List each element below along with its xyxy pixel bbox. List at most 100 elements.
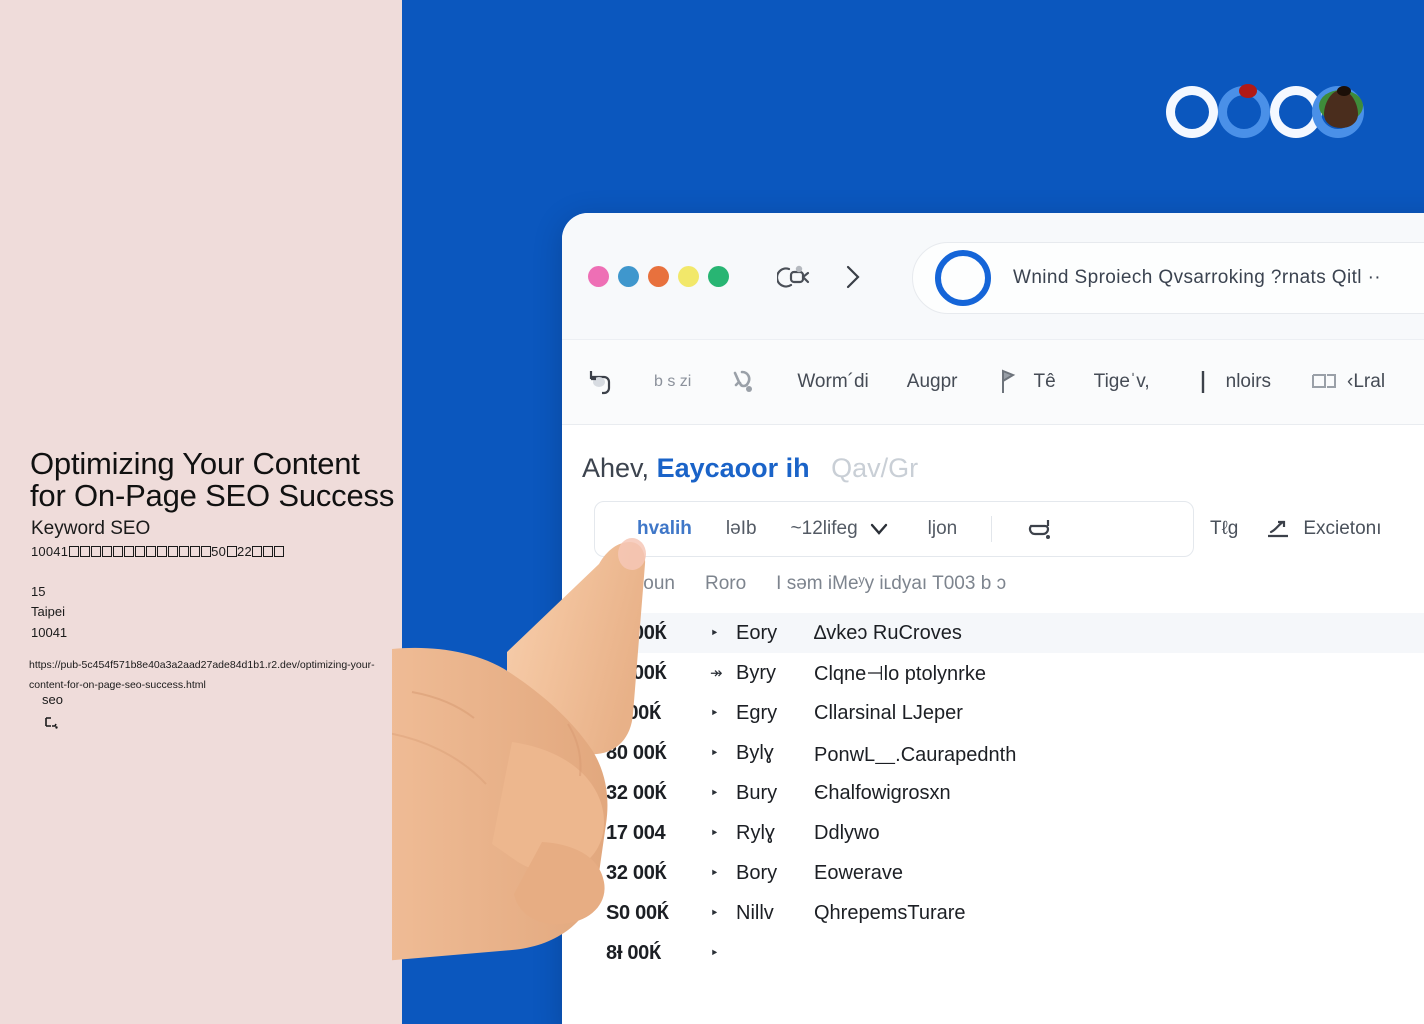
meta-city: Taipei [31,604,65,619]
cell-trend: ‣ [710,785,719,802]
table-row[interactable]: S0 00Ќ ‣ Nillᴠ QhrepemsTurare [584,893,1424,933]
table-row[interactable]: 8Ɨ 00Ќ ‣ [584,933,1424,973]
filter-bar-right-actions[interactable]: Tℓɡ Excietonı [1210,501,1381,557]
browser-chrome-bar: Wnind Sproiech Qvsarroking ?rnats Qitl ·… [562,213,1424,340]
traffic-light-green[interactable] [708,266,729,287]
cell-term: Clqne⊣lo ptolynrke [814,662,986,685]
traffic-lights-group[interactable] [588,266,729,287]
traffic-light-yellow[interactable] [678,266,699,287]
filter-tab-12lifeg[interactable]: ~12lifeg [791,514,894,544]
column-kd[interactable]: Roro [705,573,746,595]
table-row[interactable]: 13 00Ќ↠ByryClqne⊣lo ptolynrke [584,653,1424,693]
tofu-glyph [274,546,285,557]
filter-tab-cart[interactable] [1026,514,1056,544]
toolbar-item-te[interactable]: Tê [995,367,1056,397]
frame-icon [1312,374,1337,388]
cell-kd: Bory [736,861,778,884]
table-row[interactable]: 32 00Ќ ‣ Bory Eowerave [584,853,1424,893]
cell-term: Cllarsinal LJeper [814,701,963,724]
article-url[interactable]: https://pub-5c454f571b8e40a3a2aad27ade84… [29,655,379,695]
heading-segment-blue: Eaycaoor ih [656,453,810,483]
seo-tag-label: seo [42,692,63,707]
meta-postal-code: 10041 [31,625,68,640]
circle-outline-icon [935,250,991,306]
omnibox-value: Wnind Sproiech Qvsarroking ?rnats Qitl ·… [1013,267,1382,288]
toolbar-item-kural-label: ‹Lral [1347,371,1386,392]
toolbar-item-wormdi[interactable]: Worm´di [797,371,868,393]
filter-tab-lgib[interactable]: ləIb [726,518,757,540]
filter-tab-lion[interactable]: ljon [928,518,958,540]
filter-tab-lgib-label: ləIb [725,518,757,539]
toolbar-item-augpr[interactable]: Augpr [907,371,958,393]
chevron-down-icon [870,523,887,535]
traffic-light-orange[interactable] [648,266,669,287]
results-table[interactable]: 68 00Ќ‣Eory∆vkeɔ RuCroves13 00Ќ↠ByryClqn… [584,613,1424,973]
cell-trend: ‣ [710,865,719,882]
address-tofu-group-2 [226,544,237,559]
cell-term: PonwL⸏.Caurapednth [814,743,1017,766]
filter-separator [991,516,993,542]
tofu-glyph [145,546,156,557]
tofu-glyph [101,546,112,557]
toolbar-item-wormdi-label: Worm´di [797,371,869,392]
nav-icons-group[interactable] [775,263,863,296]
address-line: 10041 50 22 [31,544,285,559]
pointing-hand [372,512,652,1024]
filter-bar[interactable]: hvalih ləIb ~12lifeg ljon [594,501,1194,557]
filter-tab-lion-label: ljon [927,518,958,539]
meta-number: 15 [31,584,46,599]
keyword-label: Keyword SEO [31,518,151,539]
cell-trend: ↠ [710,665,723,682]
table-row[interactable]: 32 00Ќ ‣ Bury Єhalfowigrosxn [584,773,1424,813]
chevron-right-icon[interactable] [843,263,863,296]
toolbar-item-nloirs-label: nloirs [1225,371,1272,392]
export-icon [1268,520,1289,538]
toolbar-item-bszi-label: b s zi [654,373,692,390]
heading-segment-dark: Ahev, [582,453,650,483]
cell-trend: ‣ [710,625,719,642]
tofu-glyph [226,546,237,557]
address-prefix: 10041 [31,544,69,559]
results-heading: Ahev, Eaycaoor ih Qav/Gr [582,453,918,484]
table-row[interactable]: 68 00Ќ‣Eory∆vkeɔ RuCroves [584,613,1424,653]
toolbar-item-tigev[interactable]: Tigeˈv, [1094,371,1150,393]
brand-logo [1158,78,1368,148]
cell-kd: Byry [736,661,776,684]
toolbar-item-logo[interactable] [586,367,616,397]
tofu-glyph [252,546,263,557]
filter-right-excieton[interactable]: Excietonı [1264,514,1381,544]
cell-term: ∆vkeɔ RuCroves [814,621,962,644]
traffic-light-pink[interactable] [588,266,609,287]
toolbar-item-kural[interactable]: ‹Lral [1309,367,1385,397]
table-row[interactable]: 8I 00Ќ ‣ Egry Cllarsinal LJeper [584,693,1424,733]
scribble-icon [734,370,753,392]
toolbar-item-augpr-label: Augpr [906,371,958,392]
back-chat-icon[interactable] [775,264,813,295]
tofu-glyph [167,546,178,557]
toolbar-item-nloirs[interactable]: nloirs [1188,367,1271,397]
table-row[interactable]: 17 004 ‣ Rylɣ Ddlywo [584,813,1424,853]
tofu-glyph [90,546,101,557]
pipe-icon [1201,371,1204,393]
tofu-glyph [123,546,134,557]
cell-kd: Nillᴠ [736,901,774,924]
toolbar-item-scribble[interactable] [729,367,759,397]
tofu-glyph [263,546,274,557]
cell-term: Ddlywo [814,821,880,844]
cell-trend: ‣ [710,905,719,922]
cell-kd: Rylɣ [736,821,775,844]
browser-toolbar[interactable]: b s zi Worm´di Augpr Tê Tigeˈv, nloirs ‹Lral [562,340,1424,425]
column-term[interactable]: I səm iMeʸy iʟdyaı T003 b ɔ [776,573,1006,595]
cell-kd: Bury [736,781,778,804]
cell-term: QhrepemsTurare [814,901,966,924]
tofu-glyph [178,546,189,557]
traffic-light-blue[interactable] [618,266,639,287]
cell-term: Єhalfowigrosxn [814,781,951,804]
toolbar-item-bszi[interactable]: b s zi [654,373,691,391]
table-row[interactable]: 80 00Ќ ‣ Bylɣ PonwL⸏.Caurapednth [584,733,1424,773]
tofu-glyph [200,546,211,557]
filter-tab-12lifeg-label: ~12lifeg [790,518,858,539]
filter-right-tk[interactable]: Tℓɡ [1210,518,1238,540]
cell-kd: Eory [736,621,778,644]
omnibox[interactable]: Wnind Sproiech Qvsarroking ?rnats Qitl ·… [912,242,1424,314]
